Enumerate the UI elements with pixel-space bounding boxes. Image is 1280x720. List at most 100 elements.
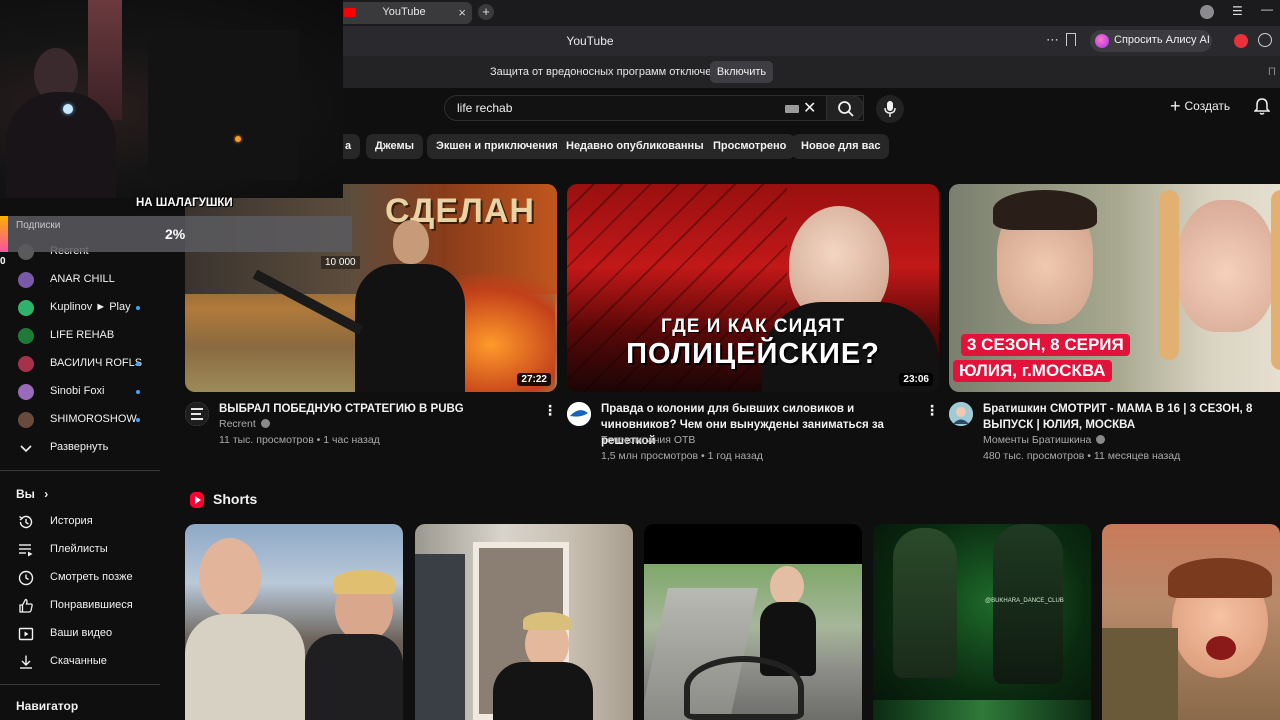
keyboard-icon[interactable] (785, 105, 799, 113)
subscriber-goal-bar: Подписки 2% (0, 216, 352, 252)
clear-search-icon[interactable]: ✕ (803, 98, 816, 118)
video-channel[interactable]: Моменты Братишкина (983, 434, 1106, 446)
video-card[interactable]: 3 СЕЗОН, 8 СЕРИЯ ЮЛИЯ, г.МОСКВА Братишки… (949, 184, 1280, 474)
playlist-icon (19, 544, 33, 557)
ask-alice-label: Спросить Алису AI (1114, 34, 1210, 46)
create-button[interactable]: + Создать (1170, 97, 1230, 118)
search-button[interactable] (826, 95, 864, 121)
sidebar-item-label: Плейлисты (50, 543, 108, 555)
chip-watched[interactable]: Просмотрено (704, 134, 796, 159)
banner-text: Защита от вредоносных программ отключена (490, 66, 724, 78)
video-channel[interactable]: Recrent (219, 418, 270, 430)
boy-face (770, 566, 804, 606)
short-card[interactable] (644, 524, 862, 720)
sidebar-item-history[interactable]: История (0, 508, 170, 536)
you-heading[interactable]: Вы › (16, 487, 48, 501)
channel-avatar[interactable] (949, 402, 973, 426)
video-duration: 27:22 (517, 373, 551, 386)
sidebar-item-label: Скачанные (50, 655, 107, 667)
sidebar-item-vasilich[interactable]: ВАСИЛИЧ ROFLS (0, 350, 170, 378)
more-icon[interactable]: ⋯ (1046, 32, 1059, 48)
new-tab-button[interactable]: + (478, 4, 494, 20)
channel-avatar[interactable] (185, 402, 209, 426)
search-input[interactable]: life rechab ✕ (444, 95, 864, 121)
watermark: @BUKHARA_DANCE_CLUB (985, 598, 1064, 604)
chip-action-adventure[interactable]: Экшен и приключения (427, 134, 568, 159)
sidebar-item-life-rehab[interactable]: LIFE REHAB (0, 322, 170, 350)
chevron-down-icon (20, 445, 32, 453)
sidebar-item-anar-chill[interactable]: ANAR CHILL (0, 266, 170, 294)
sidebar-item-kuplinov[interactable]: Kuplinov ► Play (0, 294, 170, 322)
expand-button[interactable]: Развернуть (0, 434, 170, 462)
video-title[interactable]: Братишкин СМОТРИТ - МАМА В 16 | 3 СЕЗОН,… (983, 401, 1280, 433)
recrent-logo-icon (185, 402, 209, 426)
man-shirt (493, 662, 593, 720)
sidebar-item-your-videos[interactable]: Ваши видео (0, 620, 170, 648)
tab-close-icon[interactable]: × (458, 5, 466, 20)
short-card[interactable] (1102, 524, 1280, 720)
short-card[interactable] (185, 524, 403, 720)
goal-label: Подписки (16, 220, 61, 231)
new-content-dot (136, 362, 140, 366)
minimize-icon[interactable]: — (1261, 2, 1273, 16)
indicator-light (235, 136, 241, 142)
video-thumbnail[interactable]: 3 СЕЗОН, 8 СЕРИЯ ЮЛИЯ, г.МОСКВА (949, 184, 1280, 392)
more-options-icon[interactable]: ⋮ (925, 402, 939, 419)
video-title[interactable]: ВЫБРАЛ ПОБЕДНУЮ СТРАТЕГИЮ В PUBG (219, 401, 529, 417)
person-head (393, 220, 429, 264)
browser-menu-icon[interactable]: ☰ (1232, 4, 1243, 18)
sidebar-item-label: SHIMOROSHOW (50, 413, 137, 425)
sidebar-item-label: Понравившиеся (50, 599, 133, 611)
man-hair (523, 612, 571, 630)
person-shirt (355, 264, 465, 392)
thumbnail-caption-line2: ПОЛИЦЕЙСКИЕ? (626, 338, 880, 370)
sidebar-item-label: Sinobi Foxi (50, 385, 105, 397)
sidebar-item-label: История (50, 515, 93, 527)
voice-search-button[interactable] (876, 95, 904, 123)
woman-hair-left (1159, 190, 1179, 360)
sidebar-item-shimoroshow[interactable]: SHIMOROSHOW (0, 406, 170, 434)
video-thumbnail[interactable]: ГДЕ И КАК СИДЯТ ПОЛИЦЕЙСКИЕ? 23:06 (567, 184, 939, 392)
tab-youtube[interactable]: YouTube × (336, 2, 472, 24)
short-card[interactable] (415, 524, 633, 720)
notifications-bell-icon[interactable] (1254, 98, 1270, 116)
sidebar-item-playlists[interactable]: Плейлисты (0, 536, 170, 564)
extension-icon[interactable] (1234, 34, 1248, 48)
new-content-dot (136, 306, 140, 310)
bookmark-icon[interactable] (1066, 33, 1076, 46)
new-content-dot (136, 418, 140, 422)
video-duration: 23:06 (899, 373, 933, 386)
video-channel[interactable]: Телекомпания ОТВ (601, 434, 695, 446)
sidebar-item-label: LIFE REHAB (50, 329, 115, 341)
bratishkin-avatar-icon (949, 402, 973, 426)
you-heading-label: Вы (16, 487, 35, 501)
sidebar-item-watch-later[interactable]: Смотреть позже (0, 564, 170, 592)
channel-name: Телекомпания ОТВ (601, 434, 696, 446)
chip-new-for-you[interactable]: Новое для вас (792, 134, 890, 159)
jacket-arm (1102, 628, 1178, 720)
letterbox-top (644, 524, 862, 564)
sidebar-item-liked[interactable]: Понравившиеся (0, 592, 170, 620)
enable-protection-button[interactable]: Включить (710, 61, 773, 83)
profile-icon[interactable] (1200, 5, 1214, 19)
banner-overflow-text: П (1268, 66, 1276, 78)
verified-check-icon (260, 419, 270, 428)
more-options-icon[interactable]: ⋮ (543, 402, 557, 419)
player-extension-icon[interactable] (1258, 33, 1272, 47)
alice-icon (1095, 34, 1109, 48)
avatar (18, 384, 34, 400)
ask-alice-button[interactable]: Спросить Алису AI (1090, 30, 1212, 52)
chip-jams[interactable]: Джемы (366, 134, 423, 159)
sidebar-item-sinobi-foxi[interactable]: Sinobi Foxi (0, 378, 170, 406)
video-meta: 11 тыс. просмотров • 1 час назад (219, 434, 380, 446)
short-card[interactable]: @BUKHARA_DANCE_CLUB (873, 524, 1091, 720)
rifle-image (225, 244, 364, 335)
chip-recently-uploaded[interactable]: Недавно опубликованные (557, 134, 719, 159)
sidebar-item-downloads[interactable]: Скачанные (0, 648, 170, 676)
woman-face (1177, 200, 1275, 332)
man-hair (993, 190, 1097, 230)
otv-logo-icon (567, 402, 591, 426)
channel-avatar[interactable] (567, 402, 591, 426)
sidebar-item-label: ВАСИЛИЧ ROFLS (50, 357, 143, 369)
floor-light (873, 700, 1091, 720)
